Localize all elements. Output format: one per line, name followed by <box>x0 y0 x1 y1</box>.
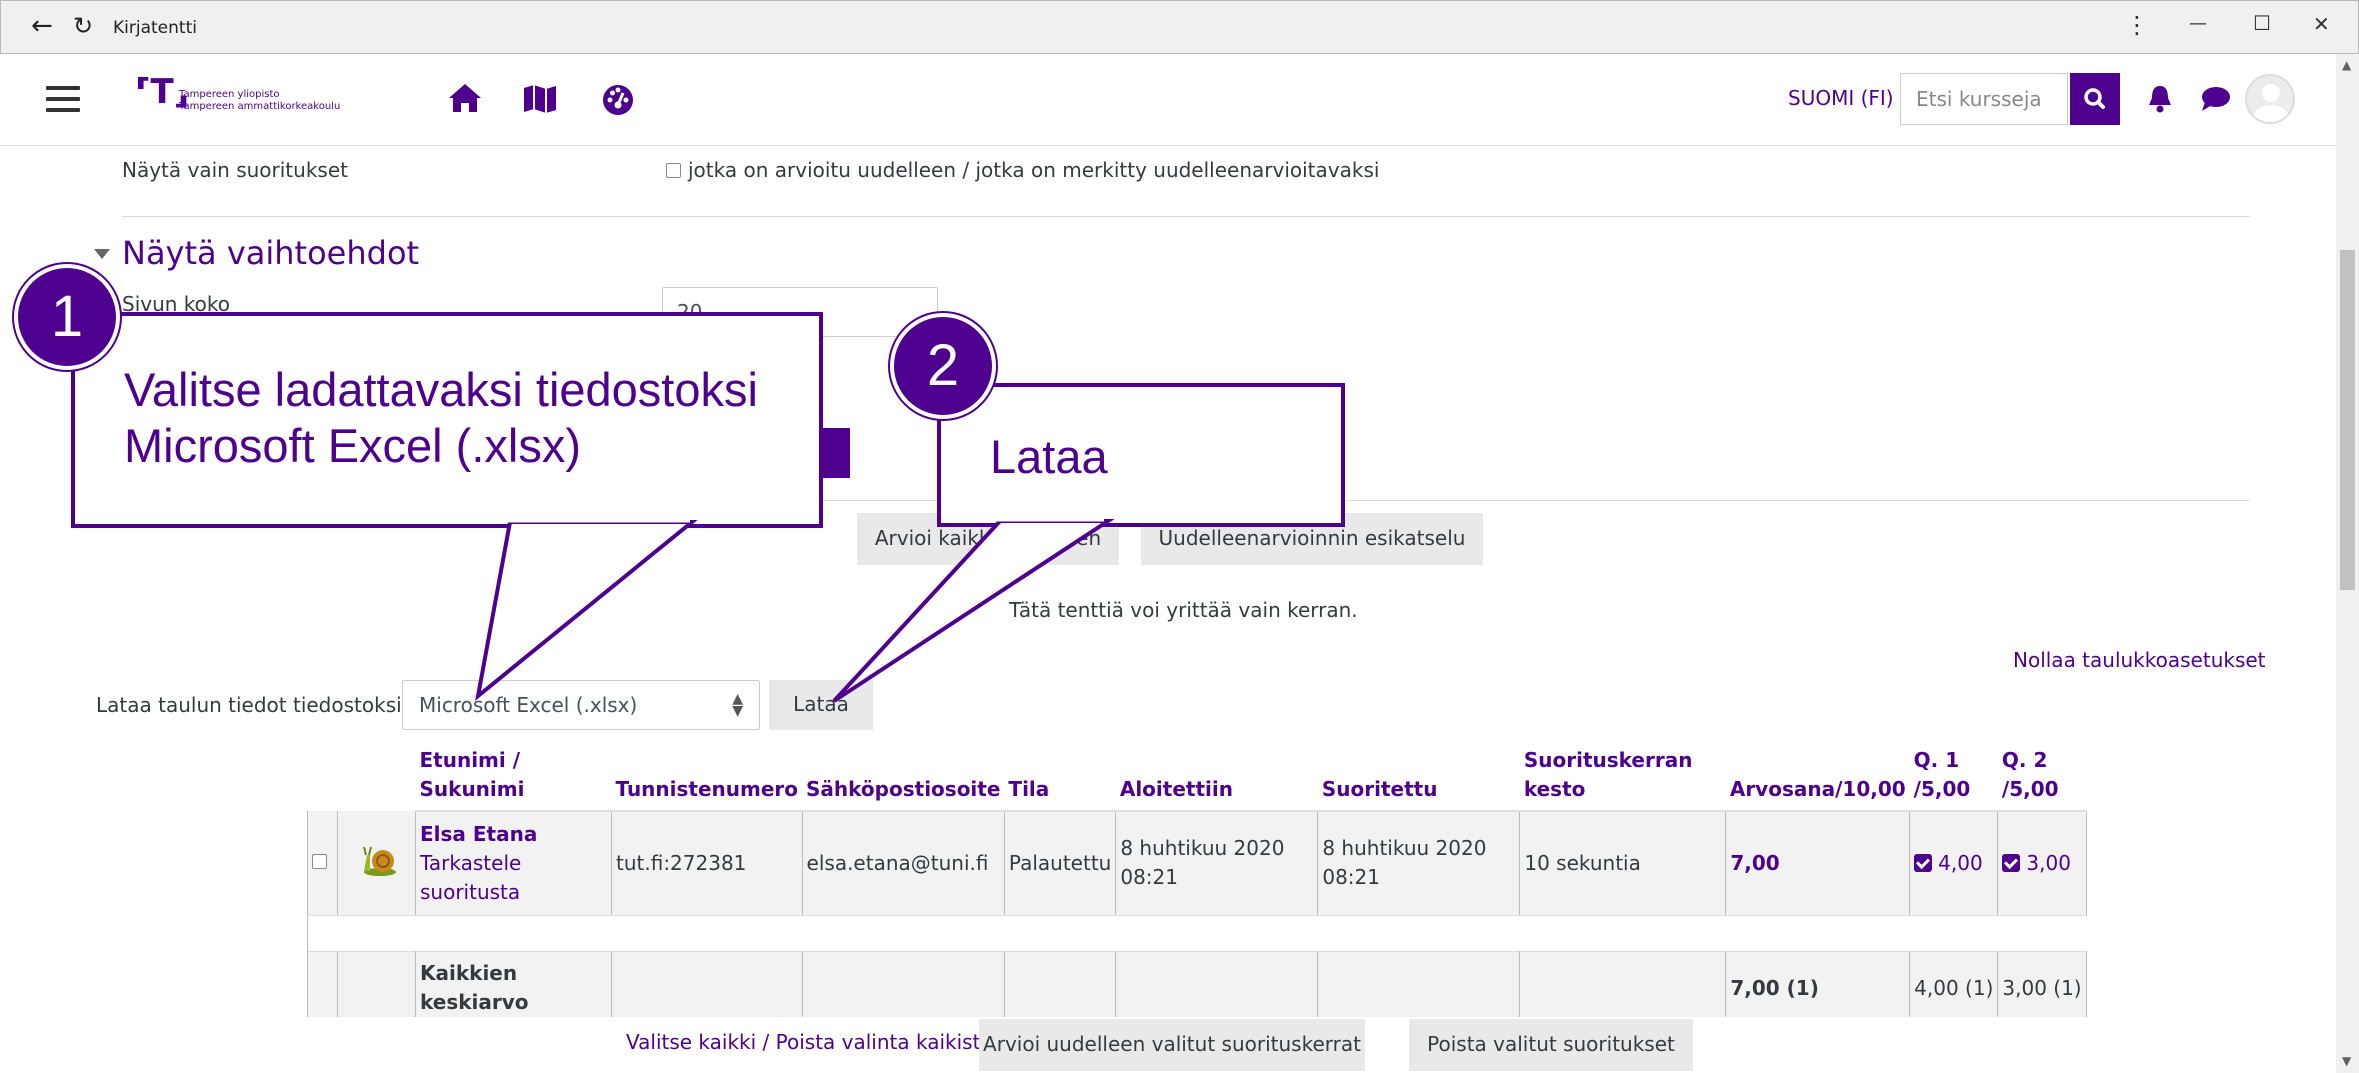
average-q1: 4,00 (1) <box>1909 950 1999 1025</box>
row-name-cell: Elsa Etana Tarkastele suoritusta <box>415 811 612 916</box>
download-format-value: Microsoft Excel (.xlsx) <box>419 693 638 717</box>
avg-empty-cell <box>1317 950 1521 1025</box>
row-q1-cell[interactable]: 4,00 <box>1909 811 1999 916</box>
search-button[interactable] <box>2070 73 2120 125</box>
window-title: Kirjatentti <box>113 18 197 38</box>
options-heading[interactable]: Näytä vaihtoehdot <box>122 234 419 272</box>
row-state-cell: Palautettu <box>1003 811 1117 916</box>
student-name-link[interactable]: Elsa Etana <box>420 820 607 849</box>
review-attempt-link[interactable]: Tarkastele suoritusta <box>420 849 607 907</box>
callout-1-text: Valitse ladattavaksi tiedostoksi Microso… <box>124 363 758 472</box>
header-completed[interactable]: Suoritettu <box>1317 742 1520 812</box>
home-icon[interactable] <box>445 78 485 118</box>
arrow-left-icon[interactable]: ← <box>31 11 53 41</box>
header-started[interactable]: Aloitettiin <box>1115 742 1318 812</box>
course-search-input[interactable]: Etsi kursseja <box>1900 73 2068 125</box>
reset-table-link[interactable]: Nollaa taulukkoasetukset <box>2013 648 2266 672</box>
scroll-up-icon[interactable]: ▲ <box>2342 58 2351 72</box>
header-q1[interactable]: Q. 1 /5,00 <box>1909 742 1998 812</box>
window-menu-icon[interactable]: ⋮ <box>2125 11 2149 39</box>
attempts-table: Etunimi / Sukunimi Tunnistenumero Sähköp… <box>307 742 2087 1025</box>
window-titlebar: ← ↻ Kirjatentti ⋮ — ☐ ✕ <box>0 0 2359 54</box>
minimize-icon[interactable]: — <box>2189 13 2207 34</box>
header-picture <box>338 742 416 811</box>
callout-1-badge: 1 <box>14 264 120 370</box>
avg-empty-cell <box>1115 950 1319 1025</box>
snail-avatar-icon[interactable] <box>358 841 398 877</box>
maximize-icon[interactable]: ☐ <box>2253 11 2271 35</box>
table-header-row: Etunimi / Sukunimi Tunnistenumero Sähköp… <box>308 742 2087 812</box>
page-scrollbar[interactable]: ▲ ▼ <box>2336 54 2359 1073</box>
table-average-row: Kaikkien keskiarvo 7,00 (1) 4,00 (1) 3,0… <box>307 950 2087 1025</box>
show-only-label: Näytä vain suoritukset <box>122 158 348 182</box>
callout-1-pointer <box>475 520 698 701</box>
spacer-cell <box>307 914 2087 951</box>
average-label: Kaikkien keskiarvo <box>415 950 612 1025</box>
download-format-select[interactable]: Microsoft Excel (.xlsx) ▲ ▼ <box>402 680 760 730</box>
messages-chat-icon[interactable] <box>2195 78 2235 118</box>
header-name[interactable]: Etunimi / Sukunimi <box>415 742 612 812</box>
avg-empty-cell <box>1003 950 1117 1025</box>
row-grade-link[interactable]: 7,00 <box>1725 811 1911 916</box>
correct-check-icon <box>1914 853 1933 872</box>
row-q1-value: 4,00 <box>1938 850 1983 875</box>
table-spacer-row <box>307 914 2087 951</box>
average-grade: 7,00 (1) <box>1725 950 1911 1025</box>
header-state[interactable]: Tila <box>1004 742 1116 812</box>
row-picture-cell <box>337 811 416 916</box>
table-row: Elsa Etana Tarkastele suoritusta tut.fi:… <box>307 811 2087 916</box>
header-q2[interactable]: Q. 2 /5,00 <box>1997 742 2087 812</box>
collapse-caret-icon[interactable] <box>94 249 110 259</box>
logo-line-1: Tampereen yliopisto <box>179 89 280 100</box>
language-selector[interactable]: SUOMI (FI) <box>1788 86 1894 110</box>
scrollbar-thumb[interactable] <box>2340 250 2355 590</box>
download-label: Lataa taulun tiedot tiedostoksi: <box>96 693 409 717</box>
regraded-checkbox[interactable] <box>666 163 681 178</box>
row-idnumber-cell: tut.fi:272381 <box>611 811 803 916</box>
row-select-cell <box>307 811 338 916</box>
select-all-link[interactable]: Valitse kaikki / Poista valinta kaikista <box>626 1030 993 1054</box>
hamburger-menu-icon[interactable] <box>46 86 80 112</box>
row-duration-cell: 10 sekuntia <box>1519 811 1727 916</box>
row-checkbox[interactable] <box>312 854 327 870</box>
header-select <box>308 742 338 811</box>
avg-empty-cell <box>307 950 338 1025</box>
select-arrows-icon: ▲ ▼ <box>732 691 743 719</box>
callout-2-text: Lataa <box>990 430 1108 483</box>
scroll-down-icon[interactable]: ▼ <box>2342 1054 2351 1068</box>
regrade-selected-button[interactable]: Arvioi uudelleen valitut suorituskerrat <box>979 1019 1365 1071</box>
callout-2-badge: 2 <box>890 313 996 419</box>
header-email[interactable]: Sähköpostiosoite <box>802 742 1005 812</box>
bottom-bar: Valitse kaikki / Poista valinta kaikista… <box>0 1017 2336 1073</box>
header-grade[interactable]: Arvosana/10,00 <box>1725 742 1910 812</box>
download-button[interactable]: Lataa <box>769 680 873 730</box>
row-q2-cell[interactable]: 3,00 <box>1997 811 2087 916</box>
row-completed-cell: 8 huhtikuu 2020 08:21 <box>1317 811 1521 916</box>
avg-empty-cell <box>801 950 1005 1025</box>
avg-empty-cell <box>611 950 803 1025</box>
close-icon[interactable]: ✕ <box>2313 12 2330 36</box>
dashboard-gauge-icon[interactable] <box>598 78 638 118</box>
correct-check-icon <box>2002 853 2021 872</box>
row-q2-value: 3,00 <box>2026 850 2071 875</box>
course-map-icon[interactable] <box>520 78 560 118</box>
notifications-bell-icon[interactable] <box>2140 78 2180 118</box>
average-q2: 3,00 (1) <box>1997 950 2087 1025</box>
header-idnumber[interactable]: Tunnistenumero <box>611 742 803 812</box>
avg-empty-cell <box>1519 950 1727 1025</box>
site-navbar: ⸢T⸥ Tampereen yliopisto Tampereen ammatt… <box>0 54 2336 146</box>
reload-icon[interactable]: ↻ <box>73 12 93 40</box>
divider <box>122 216 2250 217</box>
logo-line-2: Tampereen ammattikorkeakoulu <box>179 101 341 112</box>
row-started-cell: 8 huhtikuu 2020 08:21 <box>1115 811 1319 916</box>
regraded-checkbox-label: jotka on arvioitu uudelleen / jotka on m… <box>688 158 1380 182</box>
delete-selected-button[interactable]: Poista valitut suoritukset <box>1409 1019 1693 1071</box>
attempts-info-text: Tätä tenttiä voi yrittää vain kerran. <box>1009 598 1358 622</box>
avg-empty-cell <box>337 950 416 1025</box>
row-email-cell: elsa.etana@tuni.fi <box>801 811 1005 916</box>
header-duration[interactable]: Suorituskerran kesto <box>1519 742 1726 812</box>
user-avatar[interactable] <box>2245 74 2295 124</box>
